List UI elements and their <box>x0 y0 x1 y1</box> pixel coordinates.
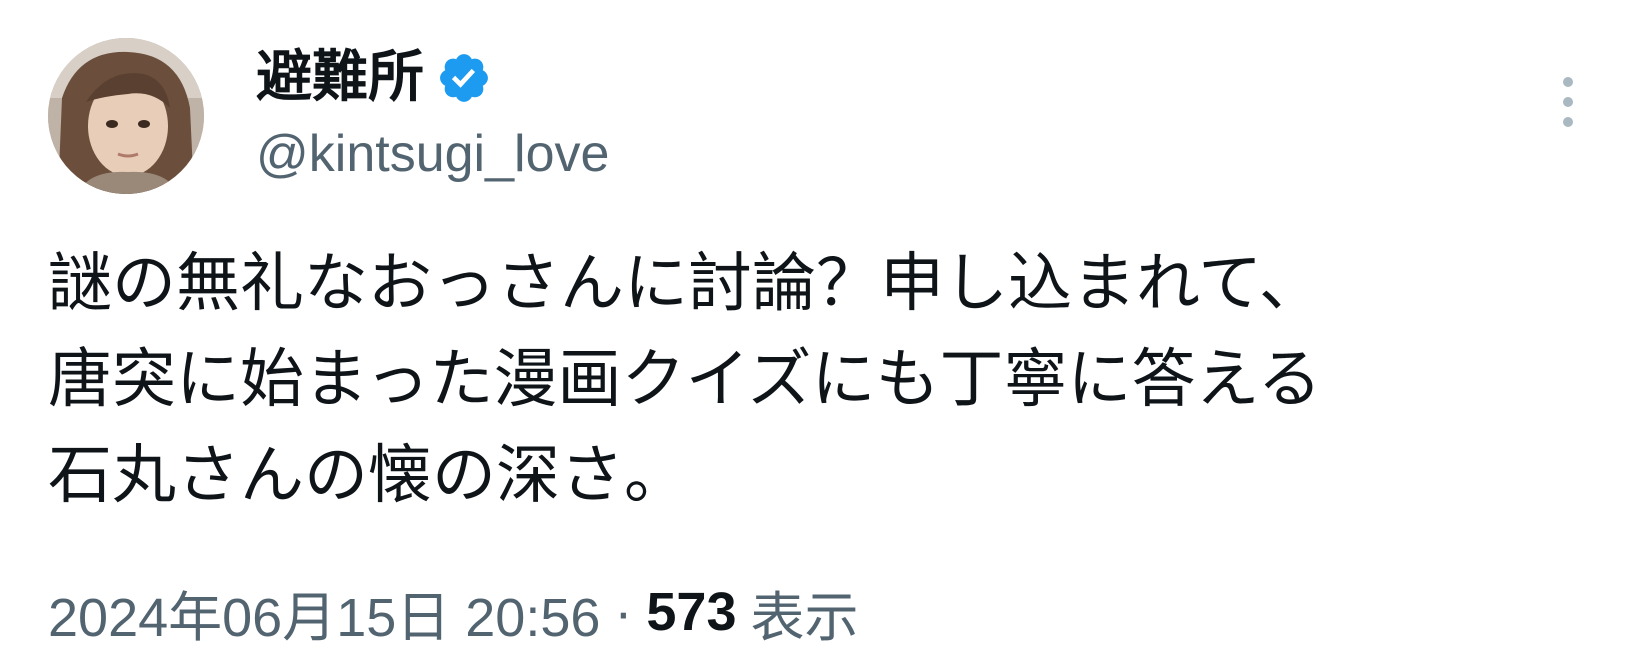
verified-badge-icon <box>436 50 492 106</box>
views-count: 573 <box>646 582 737 642</box>
tweet-text-line: 石丸さんの懐の深さ。 <box>48 439 688 513</box>
display-name[interactable]: 避難所 <box>256 50 424 106</box>
timestamp[interactable]: 2024年06月15日 20:56 <box>48 573 600 652</box>
avatar-image <box>48 38 204 194</box>
more-options-button[interactable] <box>1548 66 1588 138</box>
avatar[interactable] <box>48 38 204 194</box>
tweet-text: 謎の無礼なおっさんに討論？申し込まれて、 唐突に始まった漫画クイズにも丁寧に答え… <box>48 236 1608 524</box>
tweet-text-line: 謎の無礼なおっさんに討論？申し込まれて、 <box>48 247 1323 321</box>
more-vertical-icon <box>1563 77 1573 127</box>
author-handle[interactable]: @kintsugi_love <box>256 124 609 184</box>
views-label: 表示 <box>750 585 859 649</box>
author-row: 避難所 <box>256 36 492 120</box>
tweet-card: 避難所 @kintsugi_love 謎の無礼なおっさんに討論？申し込まれて、 … <box>0 0 1644 671</box>
meta-separator: · <box>614 582 633 642</box>
tweet-text-line: 唐突に始まった漫画クイズにも丁寧に答える <box>48 343 1322 417</box>
tweet-meta: 2024年06月15日 20:56 · 573 表示 <box>48 576 859 649</box>
